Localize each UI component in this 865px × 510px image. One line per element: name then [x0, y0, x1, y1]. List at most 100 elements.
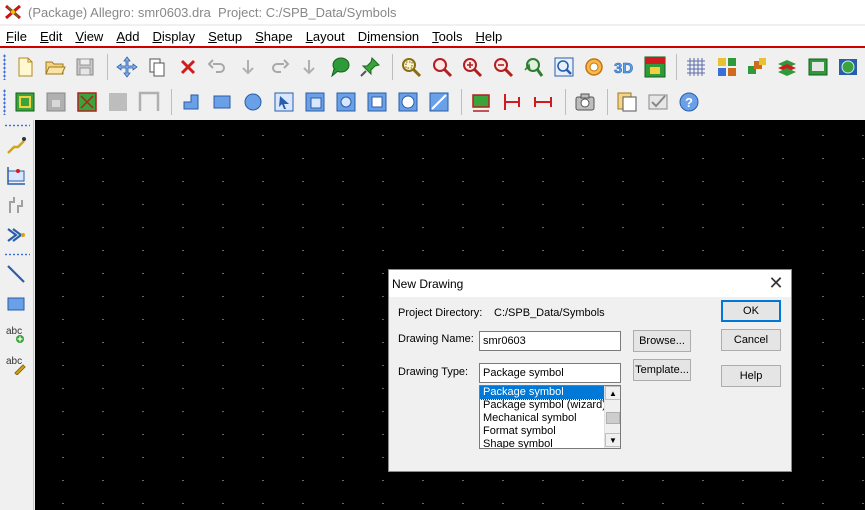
delete-icon[interactable]	[174, 53, 201, 81]
line-icon[interactable]	[2, 260, 30, 288]
move-icon[interactable]	[113, 53, 140, 81]
menu-help[interactable]: Help	[476, 29, 503, 44]
toolbar-separator	[607, 89, 608, 115]
menu-tools-underline: T	[432, 28, 439, 44]
menu-display[interactable]: Display	[152, 29, 195, 44]
toolbar-separator	[171, 89, 172, 115]
zoom-out-icon[interactable]	[489, 53, 516, 81]
toolbar-grip[interactable]	[3, 89, 6, 115]
xsection-icon[interactable]	[804, 53, 831, 81]
undo-arrow-icon[interactable]	[235, 53, 262, 81]
rectangle-icon[interactable]	[2, 290, 30, 318]
grey-square-icon[interactable]	[104, 88, 132, 116]
assign-color-icon[interactable]	[326, 53, 353, 81]
help-button[interactable]: Help	[721, 365, 781, 387]
world-view-icon[interactable]	[834, 53, 861, 81]
grey-bracket-icon[interactable]	[135, 88, 163, 116]
menu-edit[interactable]: Edit	[40, 29, 62, 44]
locked-box-icon[interactable]	[42, 88, 70, 116]
close-icon[interactable]: ✕	[761, 270, 791, 297]
circle-icon[interactable]	[239, 88, 267, 116]
layers-icon[interactable]	[743, 53, 770, 81]
merge-shape-icon[interactable]	[425, 88, 453, 116]
browse-button[interactable]: Browse...	[633, 330, 691, 352]
help-icon[interactable]: ?	[675, 88, 703, 116]
template-button[interactable]: Template...	[633, 359, 691, 381]
project-directory-value: C:/SPB_Data/Symbols	[494, 307, 605, 319]
menu-setup-underline: S	[208, 28, 217, 44]
drawing-name-field[interactable]: smr0603	[479, 331, 621, 351]
menu-view[interactable]: View	[75, 29, 103, 44]
zoom-points-icon[interactable]	[398, 53, 425, 81]
place-component-icon[interactable]	[2, 161, 30, 189]
toolbar-separator	[107, 54, 109, 80]
open-folder-icon[interactable]	[41, 53, 68, 81]
dimension-red-icon[interactable]	[498, 88, 526, 116]
edit-text-icon[interactable]: abc	[2, 350, 30, 378]
scroll-down-icon[interactable]: ▼	[605, 433, 620, 447]
scroll-thumb[interactable]	[606, 412, 620, 424]
step-line-icon[interactable]	[177, 88, 205, 116]
pad-icon[interactable]	[73, 88, 101, 116]
toolbar-grip[interactable]	[4, 124, 30, 127]
menu-dimension[interactable]: Dimension	[358, 29, 419, 44]
save-icon[interactable]	[72, 53, 99, 81]
drawing-type-field[interactable]: Package symbol	[479, 363, 621, 383]
nested-square-icon[interactable]	[301, 88, 329, 116]
list-item[interactable]: Package symbol (wizard)	[480, 399, 606, 412]
scroll-up-icon[interactable]: ▲	[605, 386, 620, 400]
zoom-world-icon[interactable]	[550, 53, 577, 81]
drawing-type-list[interactable]: Package symbol Package symbol (wizard) M…	[479, 385, 621, 449]
rectangle-icon[interactable]	[208, 88, 236, 116]
menu-add[interactable]: Add	[116, 29, 139, 44]
list-scrollbar[interactable]: ▲ ▼	[604, 386, 620, 448]
rounded-square-icon[interactable]	[332, 88, 360, 116]
3d-view-icon[interactable]: 3D	[611, 53, 638, 81]
menu-file[interactable]: File	[6, 29, 27, 44]
grid-icon[interactable]	[682, 53, 709, 81]
svg-text:abc: abc	[6, 356, 22, 367]
toolbar-grip[interactable]	[4, 253, 30, 256]
list-item[interactable]: Shape symbol	[480, 438, 605, 448]
route-icon[interactable]	[2, 131, 30, 159]
toolbar-grip[interactable]	[3, 54, 6, 80]
zoom-previous-icon[interactable]	[519, 53, 546, 81]
shadow-icon[interactable]	[774, 53, 801, 81]
allegro-app-icon[interactable]	[4, 3, 22, 21]
flip-view-icon[interactable]	[641, 53, 668, 81]
circle-square-icon[interactable]	[394, 88, 422, 116]
menu-tools[interactable]: Tools	[432, 29, 462, 44]
pin-add-icon[interactable]	[11, 88, 39, 116]
redo-icon[interactable]	[265, 53, 292, 81]
redraw-icon[interactable]	[580, 53, 607, 81]
square-outline-icon[interactable]	[363, 88, 391, 116]
checklist-icon[interactable]	[644, 88, 672, 116]
color-icon[interactable]	[713, 53, 740, 81]
report-icon[interactable]	[613, 88, 641, 116]
dimension-chip-icon[interactable]	[467, 88, 495, 116]
dimension-horizontal-icon[interactable]	[529, 88, 557, 116]
pin-icon[interactable]	[356, 53, 383, 81]
camera-icon[interactable]	[571, 88, 599, 116]
drawing-name-label: Drawing Name:	[398, 333, 474, 345]
cancel-button[interactable]: Cancel	[721, 329, 781, 351]
zoom-in-icon[interactable]	[459, 53, 486, 81]
menu-bar: File Edit View Add Display Setup Shape L…	[0, 26, 865, 46]
list-item[interactable]: Mechanical symbol	[480, 412, 605, 425]
undo-icon[interactable]	[204, 53, 231, 81]
menu-setup[interactable]: Setup	[208, 29, 242, 44]
redo-arrow-icon[interactable]	[296, 53, 323, 81]
select-arrow-icon[interactable]	[270, 88, 298, 116]
list-item[interactable]: Format symbol	[480, 425, 605, 438]
menu-layout[interactable]: Layout	[306, 29, 345, 44]
menu-shape[interactable]: Shape	[255, 29, 293, 44]
copy-icon[interactable]	[144, 53, 171, 81]
add-text-icon[interactable]: abc	[2, 320, 30, 348]
fanout-icon[interactable]	[2, 221, 30, 249]
list-item[interactable]: Package symbol	[480, 386, 606, 400]
svg-text:3D: 3D	[614, 60, 633, 77]
zoom-fit-icon[interactable]	[428, 53, 455, 81]
new-file-icon[interactable]	[11, 53, 38, 81]
ok-button[interactable]: OK	[721, 300, 781, 322]
align-icon[interactable]	[2, 191, 30, 219]
